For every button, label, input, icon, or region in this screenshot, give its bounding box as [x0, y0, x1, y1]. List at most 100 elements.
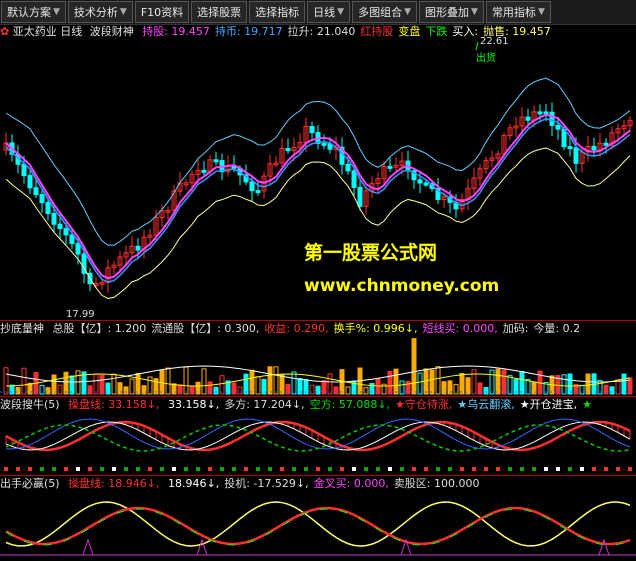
indicator-field: 金叉买: 0.000, — [314, 477, 389, 490]
indicator-field: 拉升: 21.040 — [288, 25, 356, 38]
volume-bar — [291, 371, 297, 395]
sure-win-chart[interactable] — [0, 492, 636, 560]
volume-bar — [123, 386, 129, 395]
signal-square — [268, 467, 272, 471]
field-label: 拉升: — [287, 25, 314, 38]
volume-bar — [141, 385, 147, 395]
volume-bar — [201, 368, 207, 395]
trade-line — [5, 506, 631, 546]
signal-square — [508, 467, 512, 471]
volume-bar — [3, 367, 9, 395]
field-value: 17.204↓, — [249, 398, 305, 411]
toolbar-button-6[interactable]: 多图组合 ▼ — [352, 1, 418, 23]
candle-body — [45, 202, 51, 214]
toolbar-button-0[interactable]: 默认方案 ▼ — [1, 1, 66, 23]
signal-square — [304, 467, 308, 471]
top-toolbar: 默认方案 ▼ 技术分析 ▼ F10资料 选择股票 选择指标 日线 ▼ 多图组合 ▼ 图形叠加 ▼ 常用指标… — [0, 0, 636, 25]
candle-body — [525, 116, 531, 121]
signal-square — [292, 467, 296, 471]
field-value: 0.300, — [220, 322, 260, 335]
field-value: 33.158↓, — [104, 398, 160, 411]
sure-win-fields: 操盘线: 18.946↓, 18.946↓, 投机: -17.529↓, 金叉买: … — [63, 477, 479, 490]
field-label: 下跌 — [425, 25, 448, 38]
toolbar-button-8[interactable]: 常用指标 ▼ — [485, 1, 551, 23]
toolbar-button-label: 技术分析 — [73, 6, 118, 19]
field-label: 总股【亿】: — [52, 322, 112, 335]
field-value: 33.158↓, — [164, 398, 220, 411]
volume-bar — [387, 370, 393, 395]
signal-square — [412, 467, 416, 471]
field-label: 空方: — [309, 398, 336, 411]
volume-bar — [111, 373, 117, 395]
field-label: 多方: — [224, 398, 250, 411]
watermark-url: www.chnmoney.com — [304, 276, 500, 296]
field-label: 买入: — [452, 25, 479, 38]
volume-bar — [333, 386, 339, 395]
field-label: 加码: — [502, 322, 529, 335]
signal-square — [148, 467, 152, 471]
bull-search-chart[interactable] — [0, 412, 636, 474]
field-value: 0.000, — [459, 322, 498, 335]
toolbar-button-4[interactable]: 选择指标 — [249, 1, 306, 23]
indicator-field: 下跌 — [425, 25, 447, 38]
candle-body — [555, 124, 561, 130]
volume-bar — [519, 370, 525, 395]
volume-chart[interactable] — [0, 336, 636, 396]
volume-bar — [273, 366, 279, 395]
field-label: 今量: — [533, 322, 560, 335]
signal-square — [544, 467, 548, 471]
signal-square — [424, 467, 428, 471]
toolbar-button-7[interactable]: 图形叠加 ▼ — [419, 1, 484, 23]
volume-bar — [363, 387, 369, 395]
candle-body — [51, 212, 57, 225]
volume-bar — [489, 369, 495, 395]
field-label: ★守仓待涨, — [395, 398, 453, 411]
volume-bar — [315, 385, 321, 395]
volume-bar — [165, 367, 171, 395]
indicator-name: 波段财神 — [89, 25, 134, 38]
field-label: 收益: — [264, 322, 291, 335]
volume-bar — [45, 387, 51, 395]
indicator-field: 卖股区: 100.000 — [394, 477, 480, 490]
toolbar-button-5[interactable]: 日线 ▼ — [307, 1, 351, 23]
volume-bar — [267, 366, 273, 395]
signal-square — [568, 467, 572, 471]
volume-bar — [135, 372, 141, 395]
candle-body — [33, 187, 39, 196]
signal-square — [64, 467, 68, 471]
toolbar-button-3[interactable]: 选择股票 — [191, 1, 248, 23]
panel-separator — [0, 320, 636, 321]
field-label: 投机: — [224, 477, 250, 490]
toolbar-button-2[interactable]: F10资料 — [134, 1, 190, 23]
indicator-field: 红持股 — [360, 25, 393, 38]
field-label: ★开仓进宝, — [519, 398, 578, 411]
field-value: 100.000 — [430, 477, 480, 490]
signal-square — [436, 467, 440, 471]
field-label: 操盘线: — [68, 398, 105, 411]
trade-line-green — [5, 508, 631, 546]
volume-bar — [585, 373, 591, 395]
watermark-title: 第一股票公式网 — [304, 242, 438, 264]
indicator-field: 空方: 57.088↓, — [310, 398, 390, 411]
field-label: 持币: — [214, 25, 241, 38]
field-label: 卖股区: — [393, 477, 431, 490]
candle-body — [423, 182, 429, 186]
volume-bar — [189, 386, 195, 395]
candle-body — [387, 165, 393, 169]
volume-indicator-fields: 总股【亿】: 1.200 流通股【亿】: 0.300, 收益: 0.290, 换手%:… — [48, 322, 581, 335]
candle-body — [285, 148, 291, 152]
volume-bar — [21, 367, 27, 395]
low-price-label: 17.99 — [66, 309, 95, 320]
signal-square — [52, 467, 56, 471]
field-value: 18.946↓, — [104, 477, 160, 490]
signal-square — [40, 467, 44, 471]
toolbar-button-label: 默认方案 — [7, 6, 51, 19]
bull-search-indicator-name: 波段搜牛(5) — [0, 398, 60, 411]
field-label: 操盘线: — [68, 477, 105, 490]
chevron-down-icon: ▼ — [337, 7, 345, 17]
volume-bar — [567, 373, 573, 395]
signal-square — [232, 467, 236, 471]
field-label: ★乌云翻滚, — [457, 398, 515, 411]
volume-bar — [279, 374, 285, 395]
toolbar-button-1[interactable]: 技术分析 ▼ — [67, 1, 133, 23]
